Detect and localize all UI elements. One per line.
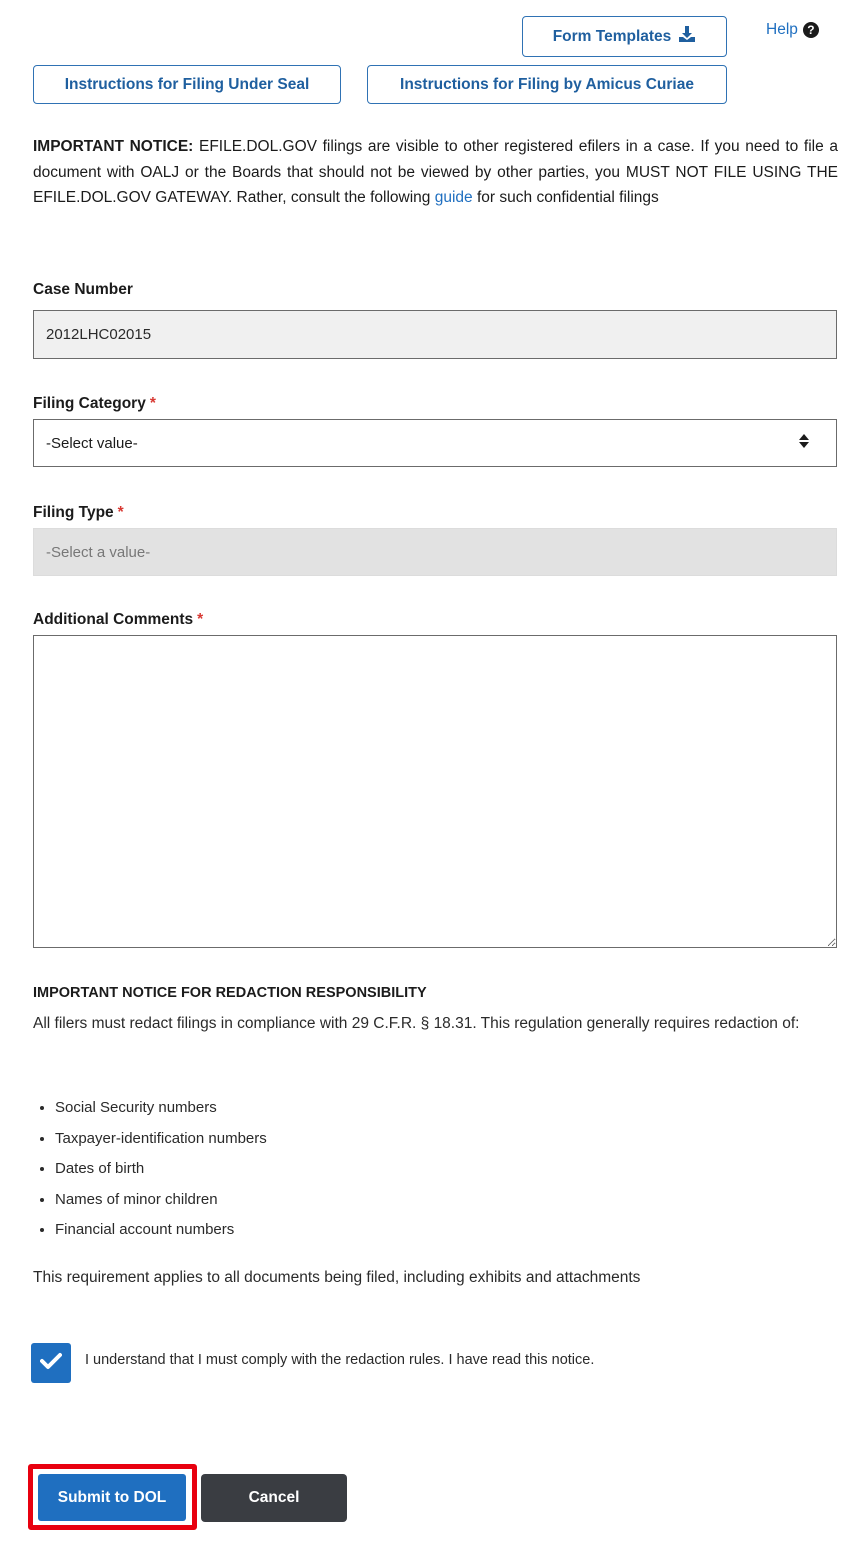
notice-body-end: for such confidential filings xyxy=(477,189,659,206)
list-item: Dates of birth xyxy=(55,1155,267,1186)
filing-category-label: Filing Category * xyxy=(33,395,156,412)
guide-link[interactable]: guide xyxy=(435,189,473,206)
redaction-footer: This requirement applies to all document… xyxy=(33,1269,641,1286)
redaction-agree-checkbox[interactable] xyxy=(31,1343,71,1383)
submit-button[interactable]: Submit to DOL xyxy=(38,1474,186,1521)
instructions-under-seal-button[interactable]: Instructions for Filing Under Seal xyxy=(33,65,341,104)
help-label: Help xyxy=(766,21,798,38)
instructions-amicus-button[interactable]: Instructions for Filing by Amicus Curiae xyxy=(367,65,727,104)
help-link[interactable]: Help ? xyxy=(766,21,819,39)
required-mark: * xyxy=(149,395,156,412)
required-mark: * xyxy=(197,611,204,628)
checkmark-icon xyxy=(40,1352,62,1375)
case-number-label: Case Number xyxy=(33,281,133,298)
filing-type-label: Filing Type * xyxy=(33,504,124,521)
important-notice: IMPORTANT NOTICE: EFILE.DOL.GOV filings … xyxy=(33,134,838,211)
under-seal-label: Instructions for Filing Under Seal xyxy=(64,75,310,93)
filing-category-value: -Select value- xyxy=(46,434,138,452)
list-item: Names of minor children xyxy=(55,1186,267,1217)
redaction-agree-label: I understand that I must comply with the… xyxy=(85,1352,595,1368)
redaction-notice-title: IMPORTANT NOTICE FOR REDACTION RESPONSIB… xyxy=(33,985,427,1001)
required-mark: * xyxy=(117,504,124,521)
case-number-value: 2012LHC02015 xyxy=(46,326,152,343)
question-circle-icon: ? xyxy=(802,22,819,38)
filing-type-select: -Select a value- xyxy=(33,528,837,576)
list-item: Taxpayer-identification numbers xyxy=(55,1125,267,1156)
redaction-list: Social Security numbers Taxpayer-identif… xyxy=(33,1094,267,1247)
filing-category-select[interactable]: -Select value- xyxy=(33,419,837,467)
redaction-intro: All filers must redact filings in compli… xyxy=(33,1015,800,1032)
comments-label: Additional Comments * xyxy=(33,611,204,628)
notice-heading: IMPORTANT NOTICE: xyxy=(33,138,194,155)
additional-comments-textarea[interactable] xyxy=(33,635,837,948)
download-icon xyxy=(678,25,696,48)
amicus-label: Instructions for Filing by Amicus Curiae xyxy=(400,75,694,93)
cancel-button[interactable]: Cancel xyxy=(201,1474,347,1522)
form-templates-label: Form Templates xyxy=(552,27,672,45)
list-item: Social Security numbers xyxy=(55,1094,267,1125)
case-number-field: 2012LHC02015 xyxy=(33,310,837,359)
list-item: Financial account numbers xyxy=(55,1216,267,1247)
sort-arrows-icon xyxy=(798,433,810,453)
form-templates-button[interactable]: Form Templates xyxy=(522,16,727,57)
filing-type-value: -Select a value- xyxy=(46,543,151,561)
